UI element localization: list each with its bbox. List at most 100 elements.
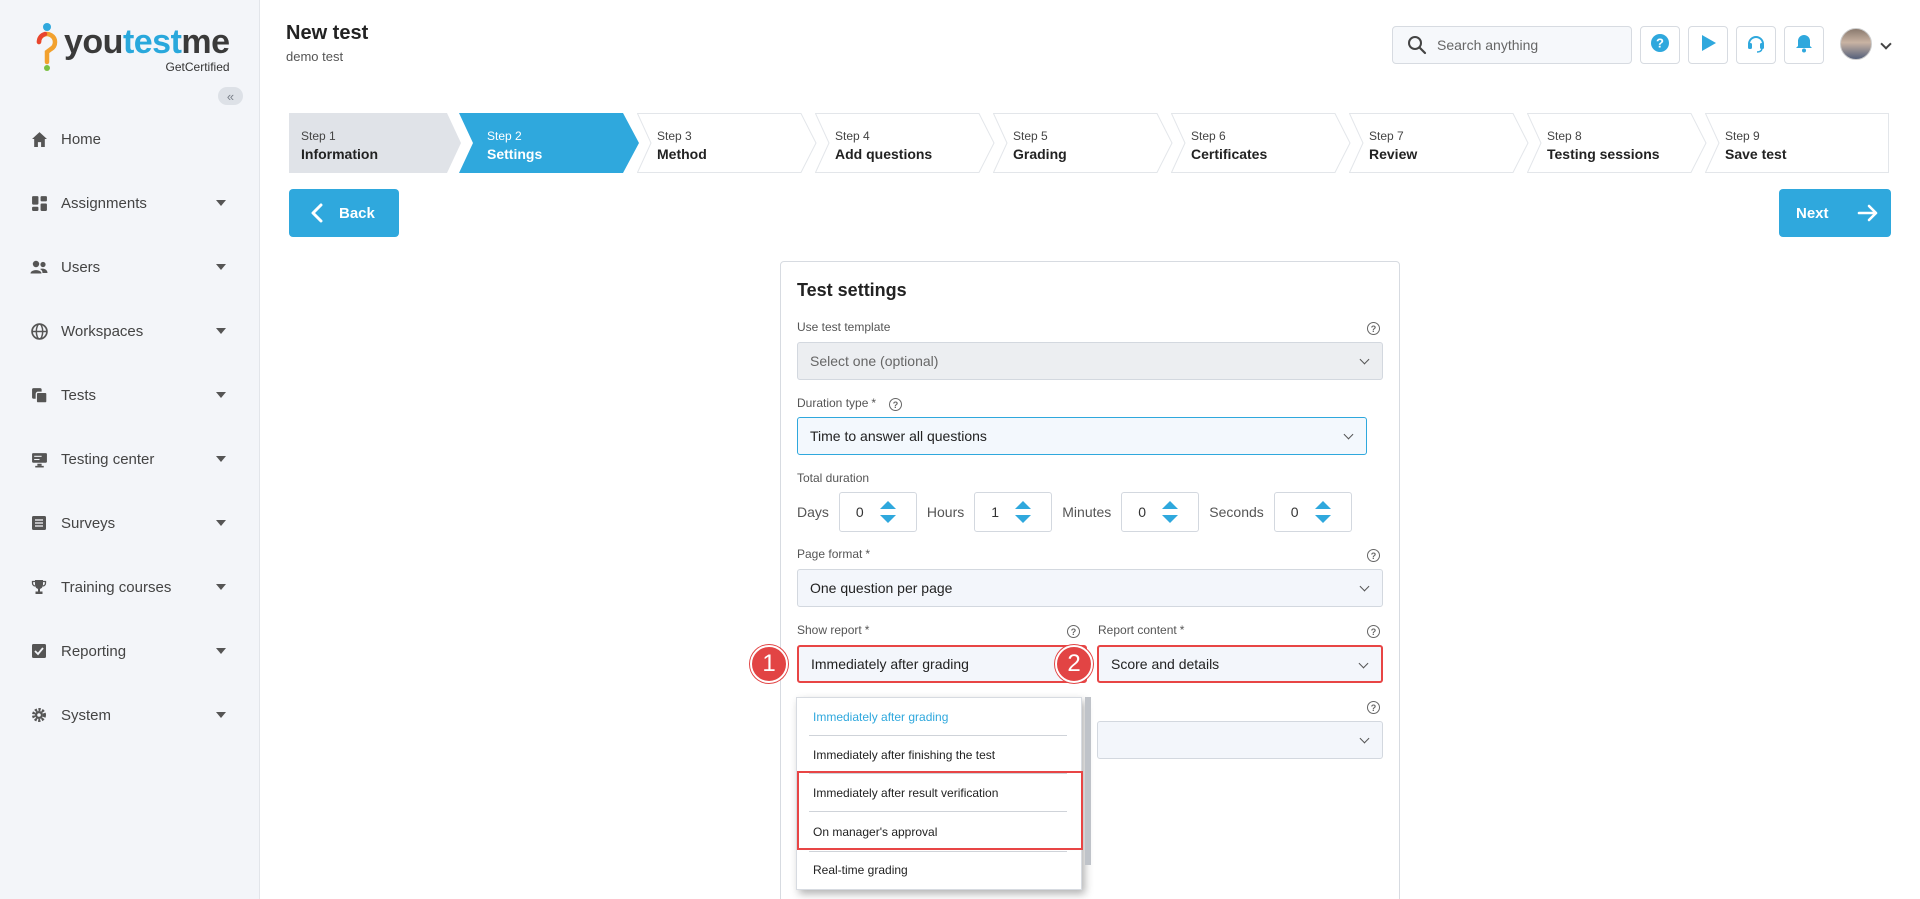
- seconds-label: Seconds: [1209, 504, 1264, 520]
- sidebar-item-workspaces[interactable]: Workspaces: [0, 299, 260, 363]
- step-method[interactable]: Step 3 Method: [637, 113, 817, 173]
- users-icon: [30, 258, 48, 276]
- template-label: Use test template: [797, 320, 891, 334]
- chevron-down-icon: [1343, 429, 1354, 440]
- report-content-select[interactable]: Score and details: [1097, 645, 1383, 683]
- arrow-up-icon[interactable]: [1015, 501, 1032, 509]
- chevron-down-icon[interactable]: [216, 584, 226, 590]
- monitor-icon: [30, 450, 48, 468]
- days-label: Days: [797, 504, 829, 520]
- home-icon: [30, 130, 48, 148]
- search-icon: [1407, 35, 1427, 55]
- sidebar-item-training-courses[interactable]: Training courses: [0, 555, 260, 619]
- sidebar-item-users[interactable]: Users: [0, 235, 260, 299]
- sidebar-item-label: Testing center: [61, 450, 155, 468]
- chevron-down-icon: [1359, 354, 1370, 365]
- help-icon: ?: [1650, 33, 1670, 58]
- template-select[interactable]: Select one (optional): [797, 342, 1383, 380]
- duration-type-select[interactable]: Time to answer all questions: [797, 417, 1367, 455]
- step-grading[interactable]: Step 5 Grading: [993, 113, 1173, 173]
- sidebar: youtestme GetCertified « Home Assignment…: [0, 0, 260, 899]
- chevron-down-icon[interactable]: [216, 648, 226, 654]
- check-square-icon: [30, 642, 48, 660]
- step-review[interactable]: Step 7 Review: [1349, 113, 1529, 173]
- chevron-down-icon[interactable]: [216, 392, 226, 398]
- show-report-select[interactable]: Immediately after grading: [797, 645, 1087, 683]
- arrow-right-icon: [1857, 204, 1879, 222]
- arrow-up-icon[interactable]: [1314, 501, 1331, 509]
- globe-icon: [30, 322, 48, 340]
- step-information[interactable]: Step 1 Information: [289, 113, 461, 173]
- back-button-label: Back: [339, 204, 375, 222]
- sidebar-item-label: Users: [61, 258, 101, 276]
- avatar[interactable]: [1840, 28, 1872, 60]
- logo-tagline: GetCertified: [165, 60, 230, 74]
- trophy-icon: [30, 578, 48, 596]
- search-input[interactable]: Search anything: [1392, 26, 1632, 64]
- copy-icon: [30, 386, 48, 404]
- chevron-down-icon: [1358, 658, 1369, 669]
- seconds-stepper[interactable]: 0: [1273, 492, 1352, 532]
- step-certificates[interactable]: Step 6 Certificates: [1171, 113, 1351, 173]
- step-add-questions[interactable]: Step 4 Add questions: [815, 113, 995, 173]
- play-tutorial-button[interactable]: [1688, 26, 1728, 64]
- logo[interactable]: youtestme GetCertified: [34, 22, 230, 76]
- chevron-down-icon[interactable]: [216, 520, 226, 526]
- help-icon[interactable]: ?: [1367, 625, 1380, 638]
- arrow-up-icon[interactable]: [879, 501, 896, 509]
- hours-stepper[interactable]: 1: [974, 492, 1053, 532]
- dropdown-scrollbar[interactable]: [1085, 697, 1091, 865]
- minutes-stepper[interactable]: 0: [1121, 492, 1200, 532]
- arrow-down-icon[interactable]: [1314, 515, 1331, 523]
- show-report-label: Show report *: [797, 623, 870, 637]
- step-save-test[interactable]: Step 9 Save test: [1705, 113, 1889, 173]
- chevron-down-icon: [1359, 733, 1370, 744]
- chevron-down-icon[interactable]: [216, 712, 226, 718]
- help-icon[interactable]: ?: [1367, 322, 1380, 335]
- chevron-down-icon[interactable]: [216, 328, 226, 334]
- sidebar-item-label: Assignments: [61, 194, 147, 212]
- sidebar-item-system[interactable]: System: [0, 683, 260, 747]
- chevron-down-icon[interactable]: [1880, 38, 1892, 50]
- help-icon[interactable]: ?: [1367, 701, 1380, 714]
- play-icon: [1698, 33, 1718, 58]
- arrow-down-icon[interactable]: [879, 515, 896, 523]
- sidebar-item-label: Surveys: [61, 514, 116, 532]
- next-button[interactable]: Next: [1779, 189, 1891, 237]
- help-icon[interactable]: ?: [889, 398, 902, 411]
- help-icon[interactable]: ?: [1367, 549, 1380, 562]
- wizard-steps: Step 1 Information Step 2 Settings Step …: [289, 113, 1889, 173]
- step-testing-sessions[interactable]: Step 8 Testing sessions: [1527, 113, 1707, 173]
- bell-icon: [1794, 33, 1814, 58]
- duration-inputs: Days 0 Hours 1 Minutes 0 Seconds 0: [797, 492, 1362, 532]
- help-icon[interactable]: ?: [1067, 625, 1080, 638]
- chevron-down-icon[interactable]: [216, 200, 226, 206]
- dropdown-option[interactable]: Immediately after finishing the test: [797, 736, 1083, 774]
- notifications-button[interactable]: [1784, 26, 1824, 64]
- arrow-down-icon[interactable]: [1015, 515, 1032, 523]
- arrow-up-icon[interactable]: [1162, 501, 1179, 509]
- sidebar-item-surveys[interactable]: Surveys: [0, 491, 260, 555]
- back-button[interactable]: Back: [289, 189, 399, 237]
- hidden-select[interactable]: [1097, 721, 1383, 759]
- page-format-select[interactable]: One question per page: [797, 569, 1383, 607]
- arrow-down-icon[interactable]: [1162, 515, 1179, 523]
- chevron-down-icon[interactable]: [216, 264, 226, 270]
- hours-label: Hours: [926, 504, 965, 520]
- step-settings[interactable]: Step 2 Settings: [459, 113, 639, 173]
- sidebar-item-label: Reporting: [61, 642, 127, 660]
- sidebar-item-reporting[interactable]: Reporting: [0, 619, 260, 683]
- dropdown-option[interactable]: Real-time grading: [797, 851, 1083, 889]
- dropdown-option[interactable]: Immediately after grading: [797, 698, 1083, 736]
- sidebar-item-home[interactable]: Home: [0, 107, 260, 171]
- support-button[interactable]: [1736, 26, 1776, 64]
- sidebar-item-testing-center[interactable]: Testing center: [0, 427, 260, 491]
- collapse-sidebar-button[interactable]: «: [218, 87, 243, 105]
- highlight-box: [797, 771, 1083, 850]
- chevron-down-icon[interactable]: [216, 456, 226, 462]
- days-stepper[interactable]: 0: [838, 492, 917, 532]
- help-button[interactable]: ?: [1640, 26, 1680, 64]
- sidebar-item-label: System: [61, 706, 112, 724]
- sidebar-item-assignments[interactable]: Assignments: [0, 171, 260, 235]
- sidebar-item-tests[interactable]: Tests: [0, 363, 260, 427]
